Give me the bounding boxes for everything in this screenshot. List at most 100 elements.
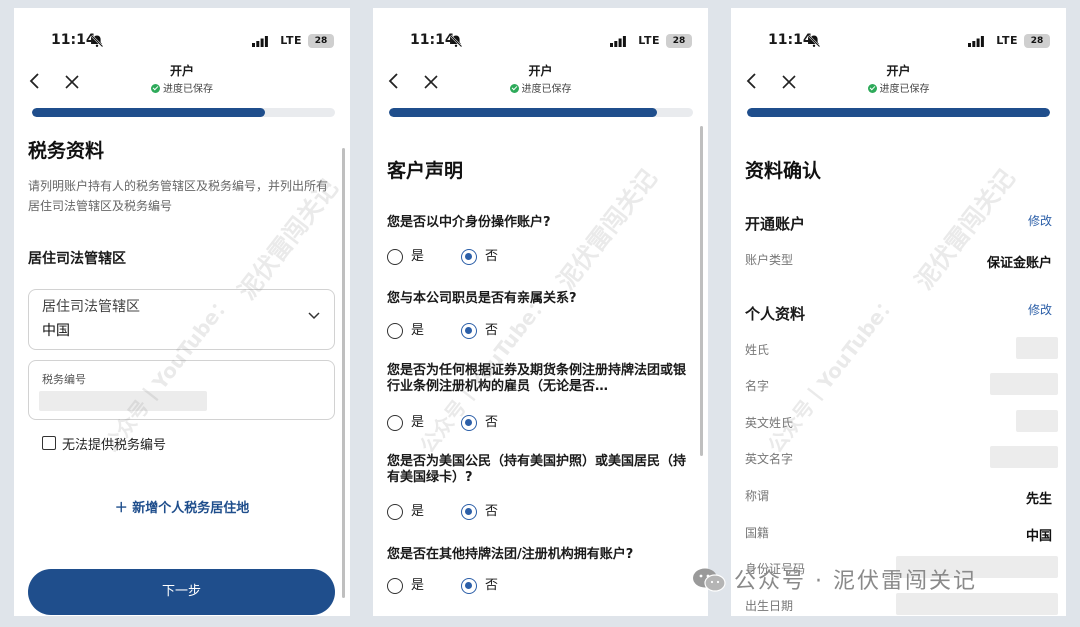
jurisdiction-value: 中国: [42, 323, 70, 339]
mute-bell-icon: [807, 34, 821, 48]
top-nav: 开户 进度已保存: [373, 62, 708, 102]
signal-icon: [252, 36, 268, 47]
radio-group: 是否: [387, 578, 587, 596]
radio-yes[interactable]: [387, 323, 403, 339]
mute-bell-icon: [90, 34, 104, 48]
wechat-icon: [693, 568, 726, 592]
account-type-value: 保证金账户: [986, 256, 1052, 271]
field-value-redacted: [990, 446, 1058, 468]
tax-number-field[interactable]: 税务编号: [28, 360, 335, 420]
radio-yes-label: 是: [411, 249, 425, 264]
field-value: 先生: [1025, 492, 1052, 507]
field-label: 称谓: [745, 489, 770, 503]
subheading: 居住司法管辖区: [28, 251, 126, 267]
radio-no[interactable]: [461, 249, 477, 265]
scrollbar[interactable]: [700, 126, 703, 456]
radio-group: 是否: [387, 415, 587, 433]
edit-account-link[interactable]: 修改: [1028, 212, 1052, 229]
tax-number-value-redacted: [39, 391, 207, 411]
progress-fill: [389, 108, 657, 117]
radio-group: 是否: [387, 504, 587, 522]
status-time: 11:14: [768, 32, 813, 48]
saved-text: 进度已保存: [521, 84, 572, 95]
top-nav: 开户 进度已保存: [731, 62, 1066, 102]
field-value-redacted: [990, 373, 1058, 395]
page-title: 开户: [528, 64, 553, 78]
no-tax-number-checkbox[interactable]: [42, 436, 56, 450]
radio-no-label: 否: [485, 323, 499, 338]
scrollbar[interactable]: [342, 148, 345, 598]
field-label: 名字: [745, 379, 770, 393]
jurisdiction-label: 居住司法管辖区: [42, 299, 140, 315]
field-value: 中国: [1025, 529, 1052, 544]
check-circle-icon: [509, 84, 519, 93]
status-bar: 11:14 LTE 28: [731, 32, 1066, 52]
account-type-label: 账户类型: [745, 253, 794, 267]
top-nav: 开户 进度已保存: [14, 62, 350, 102]
radio-yes-label: 是: [411, 323, 425, 338]
no-tax-number-label: 无法提供税务编号: [62, 438, 167, 453]
page-title: 开户: [886, 64, 911, 78]
signal-icon: [968, 36, 984, 47]
watermark-footer-text: 公众号 · 泥伏雷闯关记: [734, 569, 977, 594]
progress-bar: [389, 108, 693, 117]
radio-no[interactable]: [461, 415, 477, 431]
field-label: 英文名字: [745, 452, 794, 466]
progress-bar: [747, 108, 1050, 117]
add-tax-residence-button[interactable]: ＋ 新增个人税务居住地: [14, 497, 350, 516]
question-text: 您与本公司职员是否有亲属关系?: [387, 291, 577, 306]
question-text: 您是否在其他持牌法团/注册机构拥有账户?: [387, 547, 634, 562]
status-bar: 11:14 LTE 28: [373, 32, 708, 52]
radio-no-label: 否: [485, 415, 499, 430]
field-label: 英文姓氏: [745, 416, 794, 430]
field-value-redacted: [896, 593, 1058, 615]
radio-no[interactable]: [461, 504, 477, 520]
question-text: 您是否为美国公民（持有美国护照）或美国居民（持有美国绿卡）?: [387, 454, 687, 485]
field-value-redacted: [1016, 337, 1058, 359]
question-text: 您是否以中介身份操作账户?: [387, 215, 551, 230]
radio-yes[interactable]: [387, 249, 403, 265]
radio-yes[interactable]: [387, 504, 403, 520]
network-label: LTE: [638, 34, 660, 47]
radio-no-label: 否: [485, 578, 499, 593]
radio-yes[interactable]: [387, 415, 403, 431]
field-label: 姓氏: [745, 343, 770, 357]
radio-no-label: 否: [485, 249, 499, 264]
edit-personal-link[interactable]: 修改: [1028, 301, 1052, 318]
status-bar: 11:14 LTE 28: [14, 32, 350, 52]
saved-status: 进度已保存: [14, 80, 350, 95]
signal-icon: [610, 36, 626, 47]
jurisdiction-select[interactable]: 居住司法管辖区 中国: [28, 289, 335, 350]
radio-yes[interactable]: [387, 578, 403, 594]
radio-yes-label: 是: [411, 504, 425, 519]
section-heading: 资料确认: [745, 160, 822, 182]
next-button[interactable]: 下一步: [28, 569, 335, 615]
check-circle-icon: [867, 84, 877, 93]
mute-bell-icon: [449, 34, 463, 48]
saved-status: 进度已保存: [731, 80, 1066, 95]
section-description: 请列明账户持有人的税务管辖区及税务编号，并列出所有居住司法管辖区及税务编号: [28, 179, 329, 213]
chevron-down-icon: [308, 312, 320, 320]
network-label: LTE: [280, 34, 302, 47]
field-label: 出生日期: [745, 599, 794, 613]
progress-bar: [32, 108, 335, 117]
radio-no[interactable]: [461, 323, 477, 339]
phone-screen-tax-info: 11:14 LTE 28 开户 进度已保存 税务资料 请列明账户持有人的税务管辖…: [14, 8, 350, 616]
saved-text: 进度已保存: [163, 84, 213, 95]
radio-yes-label: 是: [411, 578, 425, 593]
battery-icon: 28: [1024, 34, 1050, 48]
field-value-redacted: [1016, 410, 1058, 432]
battery-icon: 28: [666, 34, 692, 48]
radio-group: 是否: [387, 249, 587, 267]
tax-number-label: 税务编号: [42, 373, 86, 386]
field-label: 国籍: [745, 526, 770, 540]
radio-yes-label: 是: [411, 415, 425, 430]
section-personal-info: 个人资料: [745, 305, 806, 323]
section-open-account: 开通账户: [745, 215, 806, 233]
question-text: 您是否为任何根据证券及期货条例注册持牌法团或银行业条例注册机构的雇员（无论是否…: [387, 363, 687, 394]
status-time: 11:14: [410, 32, 455, 48]
phone-screen-declaration: 11:14 LTE 28 开户 进度已保存 客户声明 您是否以中介身份操作账户?…: [373, 8, 708, 616]
section-heading: 税务资料: [28, 140, 105, 162]
battery-icon: 28: [308, 34, 334, 48]
radio-no[interactable]: [461, 578, 477, 594]
